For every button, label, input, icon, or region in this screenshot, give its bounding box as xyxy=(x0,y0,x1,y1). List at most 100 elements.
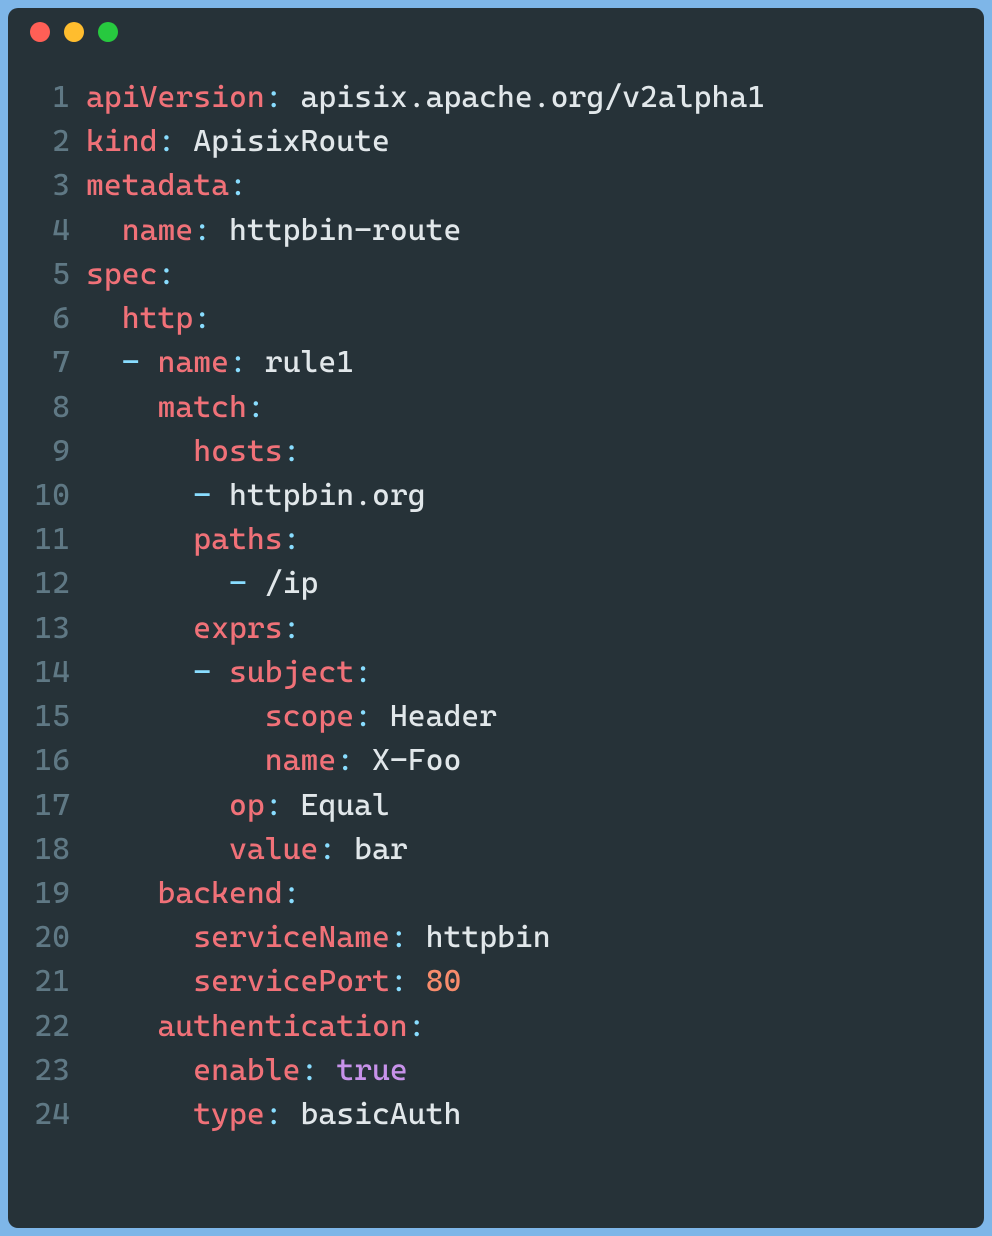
code-line: 22 authentication: xyxy=(8,1005,960,1049)
line-content: metadata: xyxy=(86,164,960,208)
code-line: 14 - subject: xyxy=(8,651,960,695)
line-number: 19 xyxy=(8,872,86,916)
token-key: authentication xyxy=(157,1009,407,1044)
code-line: 16 name: X-Foo xyxy=(8,739,960,783)
line-number: 18 xyxy=(8,828,86,872)
token-punc: : xyxy=(157,124,175,159)
line-number: 9 xyxy=(8,430,86,474)
token-key: name xyxy=(158,345,229,380)
token-punc: : xyxy=(247,390,265,425)
token-dash: - xyxy=(122,345,140,380)
line-number: 21 xyxy=(8,960,86,1004)
line-number: 20 xyxy=(8,916,86,960)
line-number: 6 xyxy=(8,297,86,341)
code-line: 21 servicePort: 80 xyxy=(8,960,960,1004)
line-content: type: basicAuth xyxy=(86,1093,960,1137)
token-punc: : xyxy=(265,1097,283,1132)
token-punc: : xyxy=(157,257,175,292)
line-content: value: bar xyxy=(86,828,960,872)
code-line: 11 paths: xyxy=(8,518,960,562)
line-content: backend: xyxy=(86,872,960,916)
token-key: name xyxy=(122,213,193,248)
token-key: http xyxy=(122,301,193,336)
line-content: name: X-Foo xyxy=(86,739,960,783)
token-punc: : xyxy=(283,522,301,557)
token-str: Header xyxy=(390,699,497,734)
line-number: 1 xyxy=(8,76,86,120)
token-key: scope xyxy=(265,699,354,734)
line-content: kind: ApisixRoute xyxy=(86,120,960,164)
token-str: httpbin.org xyxy=(229,478,426,513)
code-line: 5spec: xyxy=(8,253,960,297)
line-content: op: Equal xyxy=(86,784,960,828)
line-content: match: xyxy=(86,386,960,430)
token-str: rule1 xyxy=(265,345,354,380)
close-icon[interactable] xyxy=(30,22,50,42)
code-line: 7 - name: rule1 xyxy=(8,341,960,385)
line-content: scope: Header xyxy=(86,695,960,739)
line-content: - /ip xyxy=(86,562,960,606)
zoom-icon[interactable] xyxy=(98,22,118,42)
token-key: op xyxy=(229,788,265,823)
line-content: - name: rule1 xyxy=(86,341,960,385)
code-line: 20 serviceName: httpbin xyxy=(8,916,960,960)
line-number: 23 xyxy=(8,1049,86,1093)
token-str: Equal xyxy=(300,788,389,823)
token-dash: - xyxy=(193,478,211,513)
line-number: 22 xyxy=(8,1005,86,1049)
token-punc: : xyxy=(408,1009,426,1044)
line-number: 2 xyxy=(8,120,86,164)
code-line: 2kind: ApisixRoute xyxy=(8,120,960,164)
code-line: 13 exprs: xyxy=(8,607,960,651)
code-line: 6 http: xyxy=(8,297,960,341)
code-area: 1apiVersion: apisix.apache.org/v2alpha12… xyxy=(8,56,984,1228)
line-number: 10 xyxy=(8,474,86,518)
code-line: 17 op: Equal xyxy=(8,784,960,828)
token-str: bar xyxy=(354,832,408,867)
token-str: basicAuth xyxy=(300,1097,461,1132)
token-punc: : xyxy=(336,743,354,778)
token-key: name xyxy=(265,743,336,778)
token-key: enable xyxy=(193,1053,300,1088)
token-key: servicePort xyxy=(193,964,390,999)
token-key: serviceName xyxy=(193,920,390,955)
line-content: name: httpbin-route xyxy=(86,209,960,253)
line-number: 5 xyxy=(8,253,86,297)
token-punc: : xyxy=(193,301,211,336)
line-number: 12 xyxy=(8,562,86,606)
line-content: servicePort: 80 xyxy=(86,960,960,1004)
token-punc: : xyxy=(283,611,301,646)
line-number: 24 xyxy=(8,1093,86,1137)
token-punc: : xyxy=(354,655,372,690)
token-punc: : xyxy=(265,80,283,115)
token-key: metadata xyxy=(86,168,229,203)
token-key: subject xyxy=(229,655,354,690)
token-key: type xyxy=(193,1097,264,1132)
token-punc: : xyxy=(390,964,408,999)
token-key: backend xyxy=(157,876,282,911)
code-line: 12 - /ip xyxy=(8,562,960,606)
token-str: httpbin xyxy=(426,920,551,955)
code-line: 24 type: basicAuth xyxy=(8,1093,960,1137)
token-str: ApisixRoute xyxy=(193,124,390,159)
line-content: serviceName: httpbin xyxy=(86,916,960,960)
minimize-icon[interactable] xyxy=(64,22,84,42)
token-punc: : xyxy=(265,788,283,823)
line-content: authentication: xyxy=(86,1005,960,1049)
code-line: 8 match: xyxy=(8,386,960,430)
line-content: exprs: xyxy=(86,607,960,651)
token-num: 80 xyxy=(426,964,462,999)
line-content: - subject: xyxy=(86,651,960,695)
line-number: 4 xyxy=(8,209,86,253)
code-line: 19 backend: xyxy=(8,872,960,916)
token-key: exprs xyxy=(193,611,282,646)
token-dash: - xyxy=(229,566,247,601)
token-key: paths xyxy=(193,522,282,557)
line-content: apiVersion: apisix.apache.org/v2alpha1 xyxy=(86,76,960,120)
code-window: 1apiVersion: apisix.apache.org/v2alpha12… xyxy=(8,8,984,1228)
token-bool: true xyxy=(336,1053,407,1088)
line-number: 14 xyxy=(8,651,86,695)
token-key: spec xyxy=(86,257,157,292)
line-content: http: xyxy=(86,297,960,341)
token-str: /ip xyxy=(265,566,319,601)
